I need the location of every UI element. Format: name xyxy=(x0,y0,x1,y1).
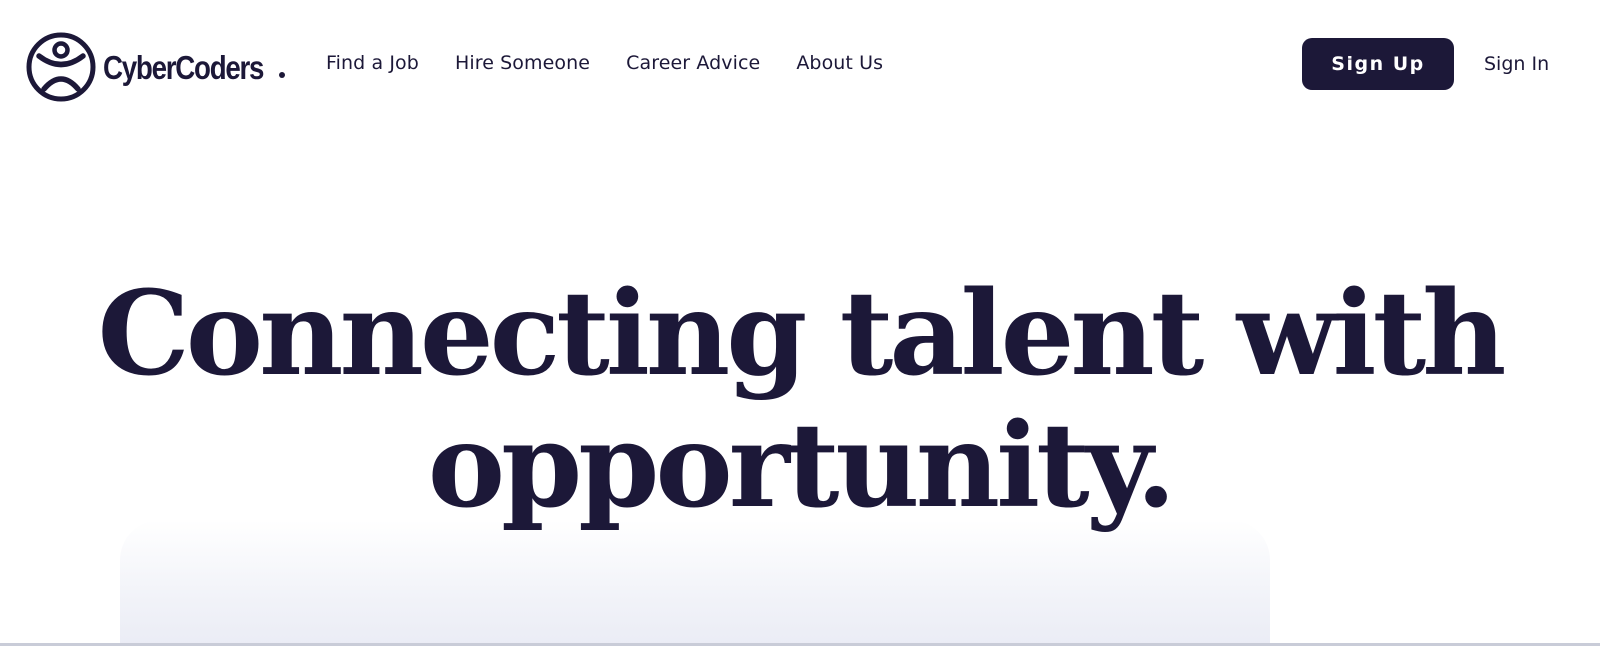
main-nav: Find a Job Hire Someone Career Advice Ab… xyxy=(326,52,919,74)
sign-in-link[interactable]: Sign In xyxy=(1484,53,1549,75)
nav-hire-someone[interactable]: Hire Someone xyxy=(455,52,590,74)
sign-up-button[interactable]: Sign Up xyxy=(1302,38,1454,90)
nav-about-us[interactable]: About Us xyxy=(796,52,883,74)
hero-background-image xyxy=(120,520,1270,646)
hero-heading-line-1: Connecting talent with xyxy=(97,266,1506,402)
cybercoders-logo-icon xyxy=(26,32,96,102)
nav-career-advice[interactable]: Career Advice xyxy=(626,52,760,74)
nav-find-a-job[interactable]: Find a Job xyxy=(326,52,419,74)
hero-section: Connecting talent with opportunity. xyxy=(0,268,1600,532)
brand-logo-link[interactable]: CyberCoders xyxy=(25,30,294,104)
site-header: CyberCoders Find a Job Hire Someone Care… xyxy=(0,0,1600,130)
hero-heading: Connecting talent with opportunity. xyxy=(0,268,1600,532)
registered-mark xyxy=(279,72,285,78)
hero-heading-line-2: opportunity. xyxy=(427,398,1176,534)
brand-name: CyberCoders xyxy=(103,49,264,86)
